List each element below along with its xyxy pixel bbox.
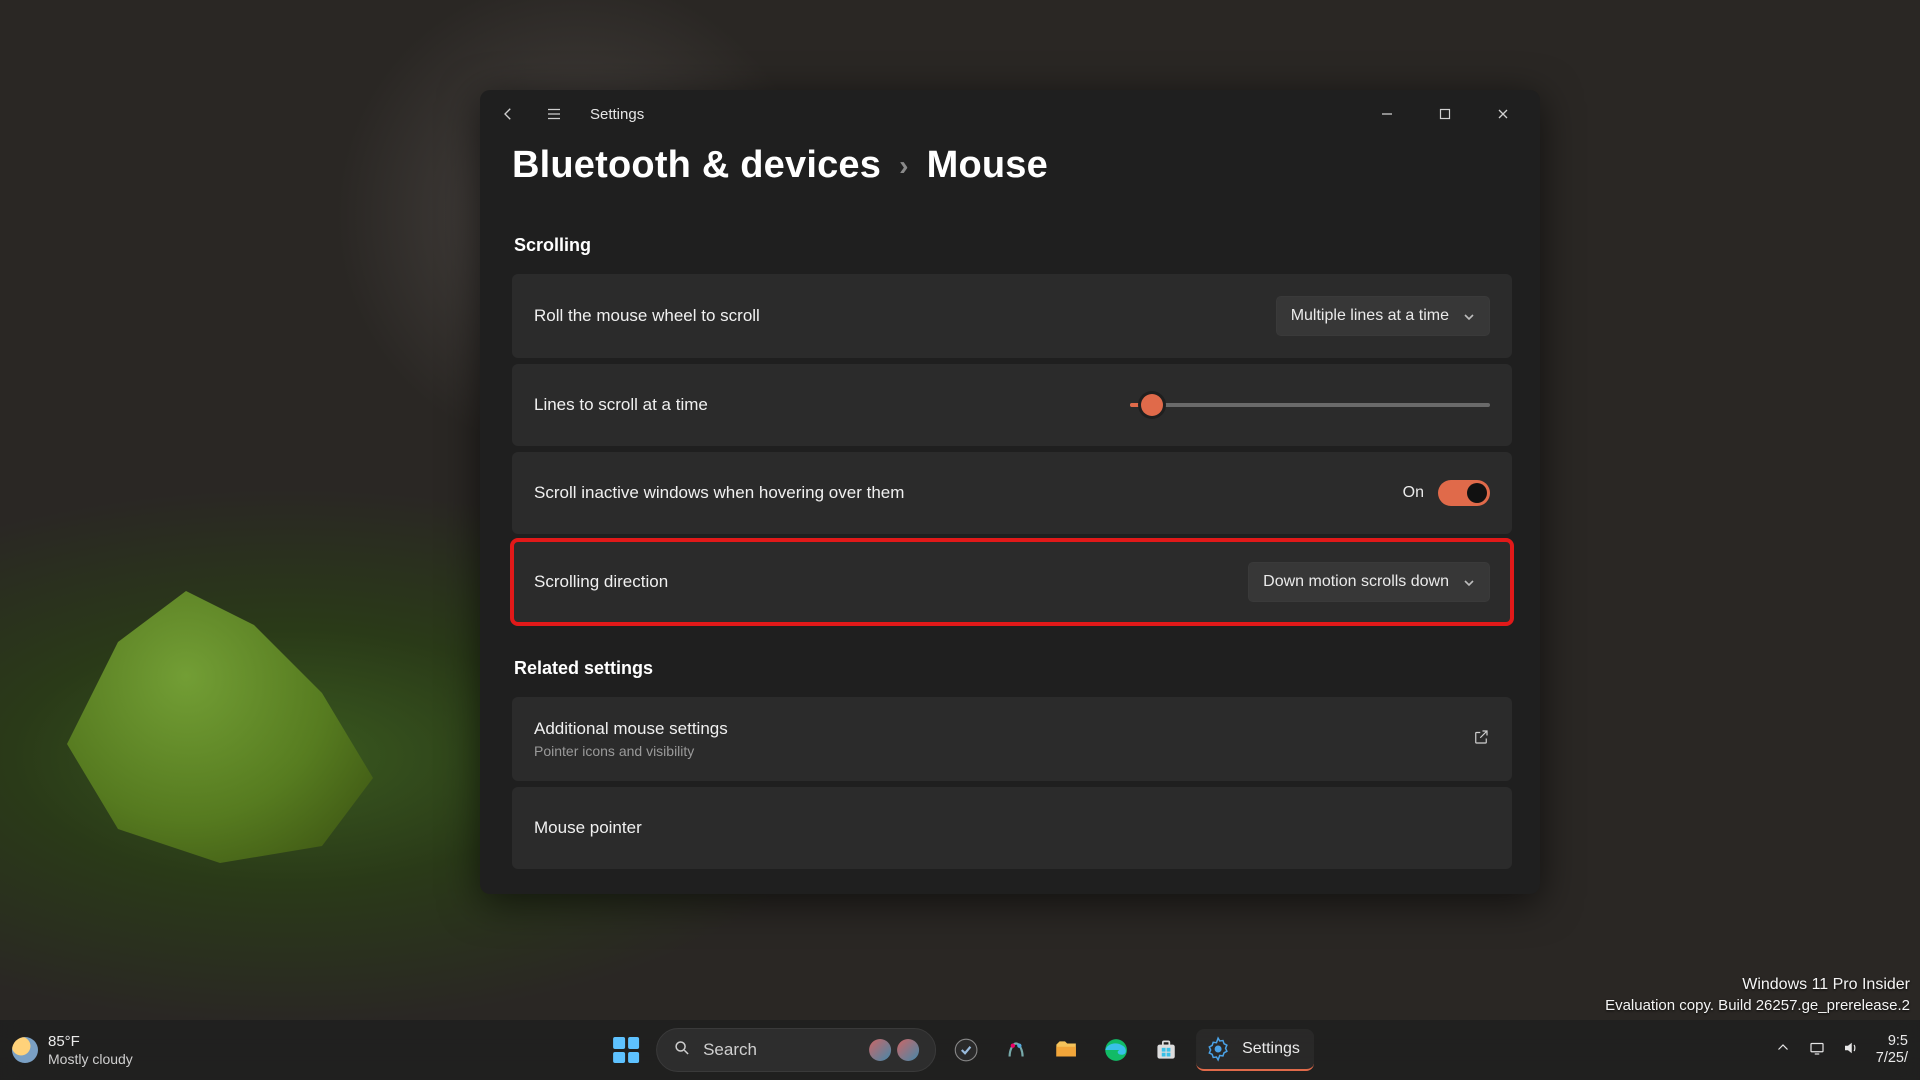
- setting-label: Scrolling direction: [534, 572, 668, 592]
- dropdown-value: Multiple lines at a time: [1291, 307, 1449, 325]
- wallpaper-leaf: [50, 540, 390, 880]
- watermark-line1: Windows 11 Pro Insider: [1605, 974, 1910, 996]
- weather-icon: [12, 1037, 38, 1063]
- taskbar-app-1[interactable]: [946, 1030, 986, 1070]
- roll-wheel-dropdown[interactable]: Multiple lines at a time: [1276, 296, 1490, 336]
- taskbar-weather[interactable]: 85°F Mostly cloudy: [0, 1033, 133, 1067]
- slider-thumb[interactable]: [1141, 394, 1163, 416]
- titlebar: Settings: [480, 90, 1540, 138]
- setting-label: Scroll inactive windows when hovering ov…: [534, 483, 904, 503]
- taskbar: 85°F Mostly cloudy Search: [0, 1020, 1920, 1080]
- start-button[interactable]: [606, 1030, 646, 1070]
- setting-lines-to-scroll: Lines to scroll at a time: [512, 364, 1512, 446]
- setting-scrolling-direction: Scrolling direction Down motion scrolls …: [512, 540, 1512, 624]
- volume-icon[interactable]: [1842, 1039, 1860, 1062]
- taskbar-copilot[interactable]: [996, 1030, 1036, 1070]
- setting-additional-mouse[interactable]: Additional mouse settings Pointer icons …: [512, 697, 1512, 781]
- setting-label: Roll the mouse wheel to scroll: [534, 306, 760, 326]
- search-highlights-icon: [869, 1039, 919, 1061]
- back-button[interactable]: [488, 94, 528, 134]
- search-placeholder: Search: [703, 1040, 757, 1060]
- settings-content[interactable]: Scrolling Roll the mouse wheel to scroll…: [480, 187, 1540, 875]
- taskbar-active-label: Settings: [1242, 1040, 1300, 1058]
- gear-icon: [1204, 1035, 1232, 1063]
- taskbar-store[interactable]: [1146, 1030, 1186, 1070]
- taskbar-center: Search Settings: [606, 1028, 1314, 1072]
- breadcrumb-current: Mouse: [927, 144, 1048, 187]
- scrolling-direction-dropdown[interactable]: Down motion scrolls down: [1248, 562, 1490, 602]
- setting-label: Mouse pointer: [534, 818, 642, 838]
- slider-track: [1130, 403, 1490, 407]
- nav-menu-button[interactable]: [534, 94, 574, 134]
- open-external-icon: [1472, 728, 1490, 751]
- setting-roll-wheel: Roll the mouse wheel to scroll Multiple …: [512, 274, 1512, 358]
- taskbar-edge[interactable]: [1096, 1030, 1136, 1070]
- scroll-inactive-toggle[interactable]: [1438, 480, 1490, 506]
- watermark-line2: Evaluation copy. Build 26257.ge_prerelea…: [1605, 996, 1910, 1016]
- search-icon: [673, 1039, 691, 1062]
- chevron-right-icon: ›: [899, 150, 909, 182]
- setting-scroll-inactive: Scroll inactive windows when hovering ov…: [512, 452, 1512, 534]
- maximize-button[interactable]: [1416, 94, 1474, 134]
- toggle-state-text: On: [1403, 484, 1424, 502]
- tray-overflow-icon[interactable]: [1774, 1039, 1792, 1062]
- weather-desc: Mostly cloudy: [48, 1051, 133, 1067]
- taskbar-tray: 9:5 7/25/: [1774, 1033, 1920, 1068]
- desktop-watermark: Windows 11 Pro Insider Evaluation copy. …: [1605, 974, 1910, 1016]
- taskbar-search[interactable]: Search: [656, 1028, 936, 1072]
- section-related: Related settings: [514, 658, 1512, 679]
- window-title: Settings: [590, 106, 644, 123]
- weather-temp: 85°F: [48, 1033, 80, 1050]
- chevron-down-icon: [1463, 310, 1475, 322]
- chevron-down-icon: [1463, 576, 1475, 588]
- taskbar-active-settings[interactable]: Settings: [1196, 1029, 1314, 1071]
- minimize-button[interactable]: [1358, 94, 1416, 134]
- dropdown-value: Down motion scrolls down: [1263, 573, 1449, 591]
- section-scrolling: Scrolling: [514, 235, 1512, 256]
- clock-date: 7/25/: [1876, 1050, 1908, 1067]
- taskbar-file-explorer[interactable]: [1046, 1030, 1086, 1070]
- toggle-knob: [1467, 483, 1487, 503]
- lines-slider[interactable]: [1130, 393, 1490, 417]
- setting-sublabel: Pointer icons and visibility: [534, 743, 728, 759]
- settings-window: Settings Bluetooth & devices › Mouse Scr…: [480, 90, 1540, 894]
- close-button[interactable]: [1474, 94, 1532, 134]
- breadcrumb-parent[interactable]: Bluetooth & devices: [512, 144, 881, 187]
- network-icon[interactable]: [1808, 1039, 1826, 1062]
- setting-label: Additional mouse settings: [534, 719, 728, 739]
- breadcrumb: Bluetooth & devices › Mouse: [480, 138, 1540, 187]
- setting-mouse-pointer[interactable]: Mouse pointer: [512, 787, 1512, 869]
- setting-label: Lines to scroll at a time: [534, 395, 708, 415]
- taskbar-clock[interactable]: 9:5 7/25/: [1876, 1033, 1908, 1068]
- clock-time: 9:5: [1876, 1033, 1908, 1050]
